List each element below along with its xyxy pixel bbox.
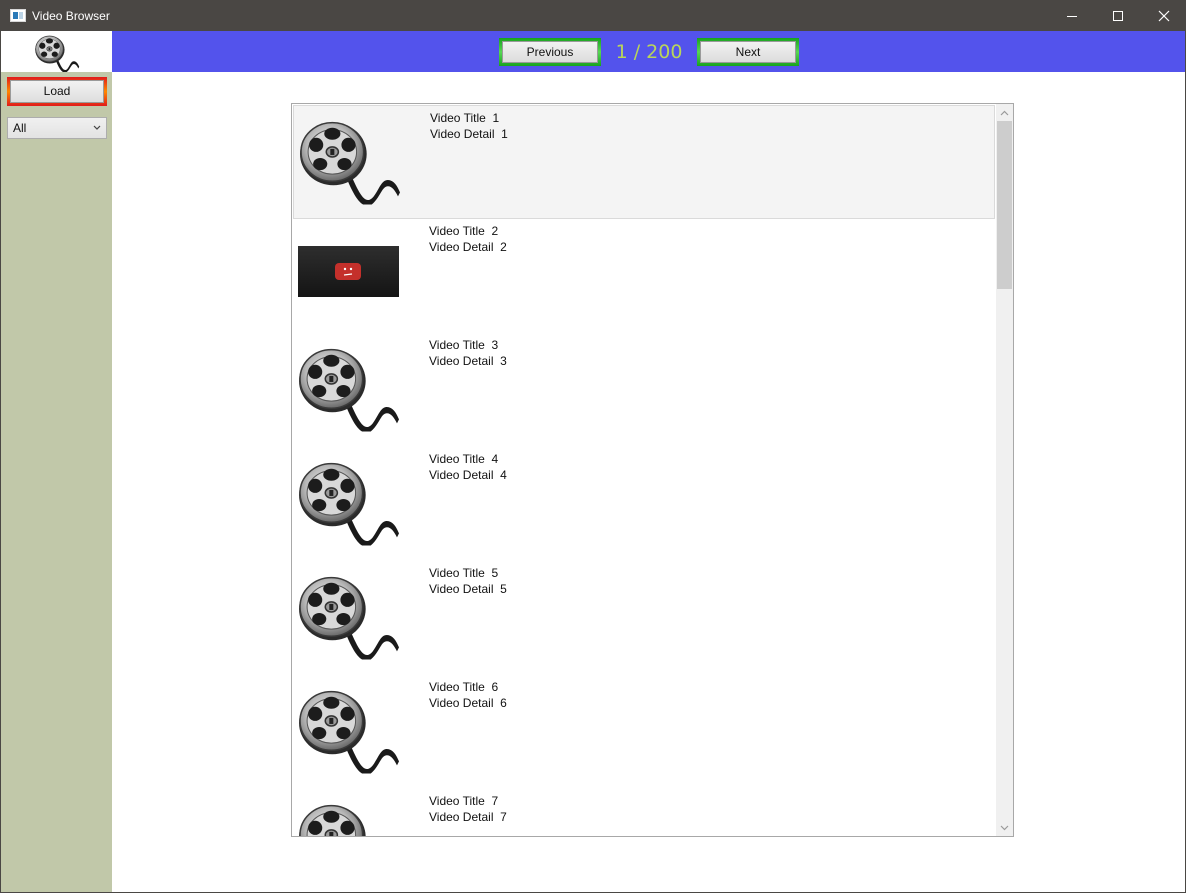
video-title: Video Title 1 xyxy=(430,111,500,125)
video-detail: Video Detail 4 xyxy=(429,468,507,482)
list-item[interactable]: Video Title 6 Video Detail 6 xyxy=(293,675,995,789)
scroll-up-button[interactable] xyxy=(996,104,1013,121)
filter-selected-value: All xyxy=(13,121,27,135)
window-title: Video Browser xyxy=(32,9,110,23)
app-window-icon xyxy=(10,9,26,22)
film-reel-icon xyxy=(298,453,399,547)
list-item[interactable]: Video Title 1 Video Detail 1 xyxy=(293,105,995,219)
video-detail: Video Detail 3 xyxy=(429,354,507,368)
previous-button[interactable]: Previous xyxy=(499,38,601,66)
sidebar: Load All xyxy=(1,31,112,892)
list-item[interactable]: Video Title 4 Video Detail 4 xyxy=(293,447,995,561)
video-list[interactable]: Video Title 1 Video Detail 1 Video Title… xyxy=(291,103,1014,837)
scroll-down-button[interactable] xyxy=(996,819,1013,836)
video-title: Video Title 7 xyxy=(429,794,499,808)
filter-dropdown[interactable]: All xyxy=(7,117,107,139)
close-icon xyxy=(1158,10,1170,22)
film-reel-icon xyxy=(298,567,399,661)
video-detail: Video Detail 6 xyxy=(429,696,507,710)
logo xyxy=(1,31,112,72)
title-bar[interactable]: Video Browser xyxy=(1,1,1185,31)
load-button-label: Load xyxy=(10,80,104,103)
page-indicator: 1 / 200 xyxy=(615,41,683,63)
chevron-down-icon xyxy=(1000,825,1009,831)
minimize-button[interactable] xyxy=(1049,1,1095,31)
video-detail: Video Detail 1 xyxy=(430,127,508,141)
vertical-scrollbar[interactable] xyxy=(996,104,1013,836)
load-button[interactable]: Load xyxy=(7,77,107,106)
list-item[interactable]: Video Title 5 Video Detail 5 xyxy=(293,561,995,675)
next-button-label: Next xyxy=(700,41,796,63)
list-item[interactable]: Video Title 2 Video Detail 2 xyxy=(293,219,995,333)
video-detail: Video Detail 7 xyxy=(429,810,507,824)
maximize-icon xyxy=(1113,11,1123,21)
video-unavailable-thumbnail xyxy=(298,246,399,297)
list-item[interactable]: Video Title 3 Video Detail 3 xyxy=(293,333,995,447)
app-window: Video Browser Load All Previous 1 / 200 … xyxy=(0,0,1186,893)
film-reel-icon xyxy=(298,795,399,836)
video-title: Video Title 5 xyxy=(429,566,499,580)
video-detail: Video Detail 2 xyxy=(429,240,507,254)
close-button[interactable] xyxy=(1141,1,1186,31)
film-reel-icon xyxy=(299,112,400,206)
video-list-rows: Video Title 1 Video Detail 1 Video Title… xyxy=(292,104,996,836)
scrollbar-thumb[interactable] xyxy=(997,121,1012,289)
pagination-bar: Previous 1 / 200 Next xyxy=(112,31,1185,72)
video-detail: Video Detail 5 xyxy=(429,582,507,596)
video-title: Video Title 3 xyxy=(429,338,499,352)
list-item[interactable]: Video Title 7 Video Detail 7 xyxy=(293,789,995,836)
sad-face-icon xyxy=(335,263,361,280)
next-button[interactable]: Next xyxy=(697,38,799,66)
video-title: Video Title 6 xyxy=(429,680,499,694)
video-title: Video Title 2 xyxy=(429,224,499,238)
previous-button-label: Previous xyxy=(502,41,598,63)
maximize-button[interactable] xyxy=(1095,1,1141,31)
film-reel-icon xyxy=(30,32,84,72)
minimize-icon xyxy=(1067,16,1077,17)
film-reel-icon xyxy=(298,339,399,433)
chevron-up-icon xyxy=(1000,110,1009,116)
video-title: Video Title 4 xyxy=(429,452,499,466)
film-reel-icon xyxy=(298,681,399,775)
chevron-down-icon xyxy=(93,125,101,130)
